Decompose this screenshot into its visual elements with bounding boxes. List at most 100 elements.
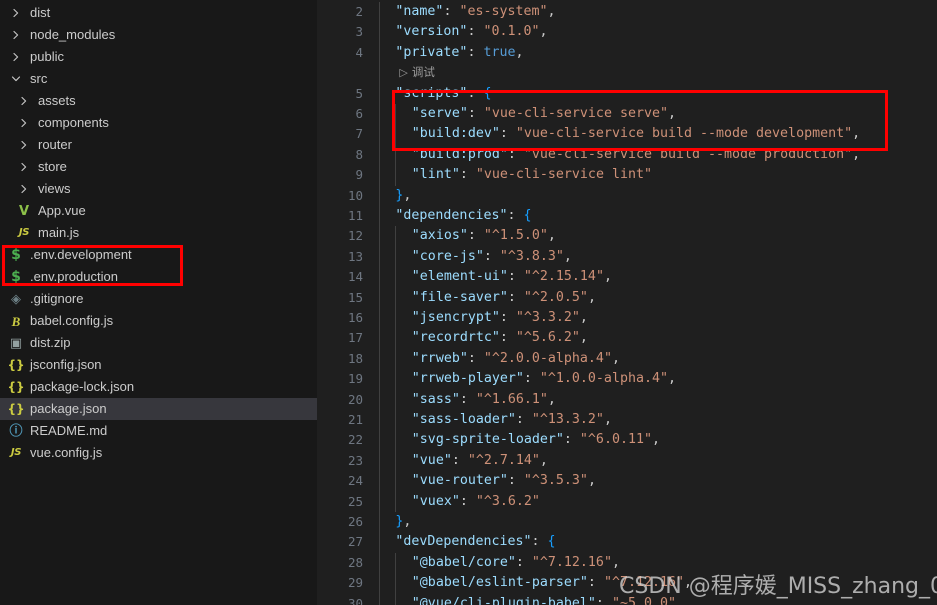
code-token-p: :	[507, 146, 524, 162]
code-token-p: ,	[547, 4, 556, 19]
code-line[interactable]: "dependencies": {	[395, 206, 531, 226]
chevron-right-icon[interactable]	[16, 90, 32, 112]
tree-item-jsconfig-json[interactable]: {} jsconfig.json	[0, 354, 317, 376]
code-line[interactable]: "vue-router": "^3.5.3",	[412, 471, 596, 491]
tree-item-label: vue.config.js	[30, 445, 103, 460]
tree-item-gitignore[interactable]: ◈ .gitignore	[0, 288, 317, 310]
tree-item-views[interactable]: views	[0, 178, 317, 200]
chevron-right-icon[interactable]	[16, 178, 32, 200]
tree-item-main-js[interactable]: JS main.js	[0, 222, 317, 244]
tree-item-dist[interactable]: dist	[0, 2, 317, 24]
code-line[interactable]: "recordrtc": "^5.6.2",	[412, 328, 588, 348]
code-line[interactable]: },	[395, 512, 411, 532]
code-token-p: ,	[603, 269, 612, 285]
js-file-icon: JS	[18, 227, 30, 238]
chevron-right-icon[interactable]	[16, 134, 32, 156]
code-token-p: ,	[587, 289, 596, 305]
code-token-s: "^6.0.11"	[579, 432, 652, 448]
tree-item-babel-config-js[interactable]: Bbabel.config.js	[0, 310, 317, 332]
code-line[interactable]: "version": "0.1.0",	[395, 22, 547, 42]
code-line[interactable]: "build:dev": "vue-cli-service build --mo…	[412, 124, 860, 144]
code-line[interactable]: "vue": "^2.7.14",	[412, 451, 548, 471]
code-line[interactable]: "file-saver": "^2.0.5",	[412, 288, 596, 308]
code-line[interactable]: "@vue/cli-plugin-babel": "~5.0.0",	[412, 594, 684, 605]
code-line[interactable]: "name": "es-system",	[395, 2, 555, 22]
code-token-p: ,	[547, 228, 556, 244]
line-number: 21	[347, 412, 363, 427]
code-token-p: :	[459, 167, 476, 183]
tree-item-assets[interactable]: assets	[0, 90, 317, 112]
code-line[interactable]: "@babel/eslint-parser": "^7.12.16",	[412, 573, 692, 593]
code-line[interactable]: "vuex": "^3.6.2"	[412, 492, 540, 512]
tree-item-app-vue[interactable]: V App.vue	[0, 200, 317, 222]
code-token-k: "@vue/cli-plugin-babel"	[411, 595, 596, 605]
json-file-icon: {}	[7, 402, 25, 416]
code-line[interactable]: "core-js": "^3.8.3",	[412, 247, 572, 267]
code-token-s: "vue-cli-service build --mode developmen…	[515, 126, 853, 142]
code-line[interactable]: "scripts": {	[395, 84, 491, 104]
code-token-k: "lint"	[411, 167, 460, 183]
code-line[interactable]: "rrweb-player": "^1.0.0-alpha.4",	[412, 369, 676, 389]
code-token-p: :	[467, 106, 484, 121]
tree-item-components[interactable]: components	[0, 112, 317, 134]
code-token-p: ,	[547, 391, 556, 407]
code-token-p: ,	[684, 575, 693, 591]
code-line[interactable]: "build:prod": "vue-cli-service build --m…	[412, 145, 860, 165]
tree-item-src[interactable]: src	[0, 68, 317, 90]
code-line[interactable]: "jsencrypt": "^3.3.2",	[412, 308, 588, 328]
tree-item-label: src	[30, 71, 48, 86]
codelens-debug[interactable]: ▷ 调试	[399, 64, 434, 80]
code-token-s: "^7.12.16"	[603, 575, 684, 591]
chevron-right-icon[interactable]	[16, 156, 32, 178]
code-line[interactable]: "private": true,	[395, 43, 523, 63]
chevron-right-icon[interactable]	[8, 46, 24, 68]
code-token-p: ,	[587, 473, 596, 489]
code-line[interactable]: "@babel/core": "^7.12.16",	[412, 553, 620, 573]
code-line[interactable]: "sass": "^1.66.1",	[412, 390, 556, 410]
code-token-p: ,	[579, 310, 588, 325]
tree-item-public[interactable]: public	[0, 46, 317, 68]
line-number: 2	[355, 4, 363, 19]
tree-item-env-development[interactable]: $ .env.development	[0, 244, 317, 266]
tree-item-router[interactable]: router	[0, 134, 317, 156]
code-editor[interactable]: 2 3 4 5 6 7 8 9 10 11 12 13 14 15 16 17 18 19 20 21 22 23 24 25…	[317, 0, 937, 605]
code-line[interactable]: "axios": "^1.5.0",	[412, 226, 556, 246]
tree-item-label: jsconfig.json	[30, 357, 102, 372]
line-number-gutter: 2 3 4 5 6 7 8 9 10 11 12 13 14 15 16 17 18 19 20 21 22 23 24 25…	[317, 0, 379, 605]
code-token-k: "recordrtc"	[411, 330, 500, 346]
code-line[interactable]: "sass-loader": "^13.3.2",	[412, 410, 612, 430]
code-token-s: "^1.0.0-alpha.4"	[539, 371, 668, 387]
tree-item-package-json[interactable]: {} package.json	[0, 398, 317, 420]
chevron-right-icon[interactable]	[8, 24, 24, 46]
tree-item-vue-config-js[interactable]: JS vue.config.js	[0, 442, 317, 464]
code-line[interactable]: "serve": "vue-cli-service serve",	[412, 104, 676, 124]
vscode-window: dist node_modules public src assets component…	[0, 0, 937, 605]
code-token-s: "~5.0.0"	[611, 595, 676, 605]
chevron-right-icon[interactable]	[8, 2, 24, 24]
tree-item-package-lock-json[interactable]: {} package-lock.json	[0, 376, 317, 398]
tree-item-dist-zip[interactable]: ▣ dist.zip	[0, 332, 317, 354]
code-line[interactable]: "lint": "vue-cli-service lint"	[412, 165, 652, 185]
code-content[interactable]: "name": "es-system", "version": "0.1.0", "…	[379, 0, 937, 605]
code-line[interactable]: "devDependencies": {	[395, 532, 555, 552]
chevron-down-icon[interactable]	[8, 68, 24, 90]
chevron-right-icon[interactable]	[16, 112, 32, 134]
line-number: 19	[347, 371, 363, 387]
code-token-s: "^3.6.2"	[475, 493, 540, 509]
tree-item-label: assets	[38, 93, 76, 108]
code-token-s: "^1.5.0"	[483, 228, 548, 244]
code-line[interactable]: },	[395, 186, 411, 206]
tree-item-node-modules[interactable]: node_modules	[0, 24, 317, 46]
tree-item-store[interactable]: store	[0, 156, 317, 178]
code-token-k: "build:dev"	[411, 126, 500, 142]
code-line[interactable]: "rrweb": "^2.0.0-alpha.4",	[412, 349, 620, 369]
code-line[interactable]: "element-ui": "^2.15.14",	[412, 267, 612, 287]
js-file-icon: JS	[10, 447, 22, 458]
code-token-k: "vue"	[411, 452, 452, 468]
tree-item-env-production[interactable]: $ .env.production	[0, 266, 317, 288]
file-tree[interactable]: dist node_modules public src assets component…	[0, 2, 317, 464]
tree-item-label: .env.production	[30, 269, 118, 284]
explorer-sidebar[interactable]: dist node_modules public src assets component…	[0, 0, 317, 605]
code-line[interactable]: "svg-sprite-loader": "^6.0.11",	[412, 430, 660, 450]
tree-item-readme-md[interactable]: ⓘ README.md	[0, 420, 317, 442]
